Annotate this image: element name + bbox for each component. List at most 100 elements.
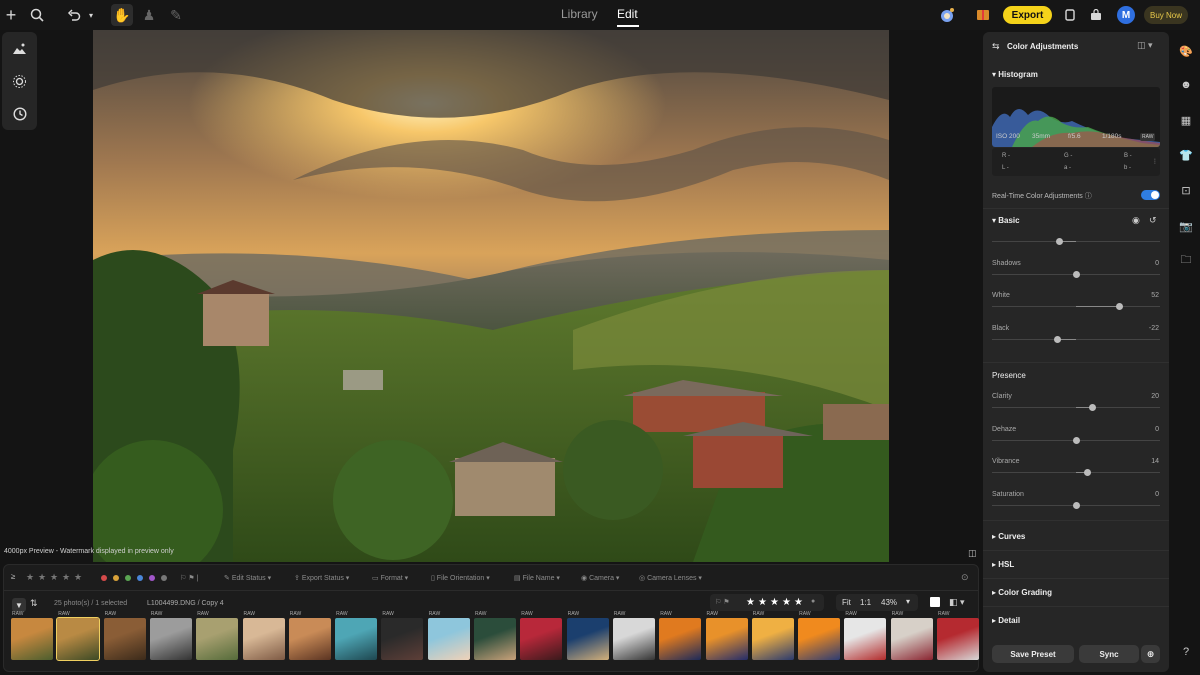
- filmstrip-collapse-icon[interactable]: ≥: [11, 572, 15, 581]
- filmstrip-thumbnail[interactable]: [798, 618, 841, 660]
- filmstrip-thumbnail[interactable]: [844, 618, 887, 660]
- filmstrip-thumbnail[interactable]: [937, 618, 979, 660]
- slider-knob[interactable]: [1072, 436, 1080, 444]
- slider-value[interactable]: 14: [1151, 458, 1159, 465]
- slider-value[interactable]: 20: [1151, 393, 1159, 400]
- filmstrip-thumbnail[interactable]: [242, 618, 285, 660]
- rating-star-icon[interactable]: ★: [758, 597, 767, 608]
- filter-edit-status[interactable]: ✎ Edit Status ▾: [224, 574, 271, 582]
- stamp-icon[interactable]: ♟: [139, 5, 159, 25]
- sync-options-icon[interactable]: ⊕: [1141, 645, 1160, 663]
- filmstrip-thumbnail[interactable]: [11, 618, 53, 660]
- history-icon[interactable]: [10, 104, 29, 123]
- hand-icon[interactable]: ✋: [111, 4, 133, 26]
- filmstrip-thumbnail[interactable]: [705, 618, 748, 660]
- filter-settings-icon[interactable]: ⊙: [961, 572, 969, 583]
- filter-star-icon[interactable]: ★: [74, 572, 82, 583]
- avatar[interactable]: M: [1117, 6, 1135, 24]
- slider-value[interactable]: 0: [1155, 491, 1159, 498]
- ai-assistant-icon[interactable]: [936, 5, 958, 25]
- pattern-icon[interactable]: ▦: [1178, 112, 1194, 128]
- filter-star-icon[interactable]: ★: [50, 572, 58, 583]
- filter-camera[interactable]: ◉ Camera ▾: [581, 574, 619, 582]
- clear-rating-icon[interactable]: ●: [811, 598, 815, 605]
- realtime-toggle[interactable]: [1141, 190, 1160, 200]
- slider-value[interactable]: 52: [1151, 292, 1159, 299]
- filmstrip-thumbnail[interactable]: [196, 618, 239, 660]
- color-grading-section[interactable]: ▸ Color Grading: [992, 588, 1052, 597]
- rating-star-icon[interactable]: ★: [770, 597, 779, 608]
- filmstrip-thumbnail[interactable]: [288, 618, 331, 660]
- filmstrip-thumbnail[interactable]: [149, 618, 192, 660]
- filmstrip-thumbnail[interactable]: [566, 618, 609, 660]
- filter-funnel-icon[interactable]: ▼: [12, 598, 26, 612]
- folder-icon[interactable]: 🗀: [1178, 252, 1194, 268]
- zoom-chevron-down-icon[interactable]: ▾: [906, 597, 910, 606]
- color-label-dot[interactable]: [113, 575, 119, 581]
- slider-value[interactable]: 0: [1155, 426, 1159, 433]
- filmstrip-thumbnail[interactable]: [890, 618, 933, 660]
- plus-icon[interactable]: +: [1, 5, 21, 25]
- filmstrip-thumbnail[interactable]: [381, 618, 424, 660]
- face-icon[interactable]: ☻: [1178, 77, 1194, 93]
- palette-icon[interactable]: 🎨: [1178, 43, 1194, 59]
- rating-star-icon[interactable]: ★: [794, 597, 803, 608]
- slider-track[interactable]: [992, 338, 1160, 340]
- filmstrip-thumbnail[interactable]: [520, 618, 563, 660]
- curves-section[interactable]: ▸ Curves: [992, 532, 1025, 541]
- sort-icon[interactable]: ⇅: [30, 598, 38, 609]
- filmstrip-thumbnail[interactable]: [659, 618, 702, 660]
- slider-track[interactable]: [992, 241, 1160, 242]
- filmstrip-thumbnail[interactable]: [474, 618, 516, 660]
- readout-more-icon[interactable]: ⋮: [1152, 158, 1158, 165]
- basic-header[interactable]: ▾ Basic: [992, 216, 1020, 225]
- compare-view-icon[interactable]: ◧ ▾: [949, 597, 965, 608]
- filmstrip-thumbnail[interactable]: [612, 618, 655, 660]
- camera-icon[interactable]: 📷: [1178, 218, 1194, 234]
- hsl-section[interactable]: ▸ HSL: [992, 560, 1014, 569]
- bag-icon[interactable]: [1086, 5, 1106, 25]
- panel-toggle-icon[interactable]: ◫: [968, 548, 977, 559]
- filmstrip-thumbnail[interactable]: [427, 618, 470, 660]
- panel-layout-icon[interactable]: ◫ ▾: [1137, 40, 1153, 51]
- color-label-dot[interactable]: [137, 575, 143, 581]
- visibility-icon[interactable]: ◉: [1132, 215, 1140, 226]
- sync-button[interactable]: Sync: [1079, 645, 1139, 663]
- filter-export-status[interactable]: ⇪ Export Status ▾: [294, 574, 349, 582]
- color-label-dot[interactable]: [101, 575, 107, 581]
- slider-knob[interactable]: [1054, 335, 1062, 343]
- color-label-dot[interactable]: [149, 575, 155, 581]
- rating-star-icon[interactable]: ★: [782, 597, 791, 608]
- buy-now-button[interactable]: Buy Now: [1144, 6, 1188, 24]
- save-preset-button[interactable]: Save Preset: [992, 645, 1074, 663]
- help-icon[interactable]: ?: [1178, 644, 1194, 660]
- search-icon[interactable]: [27, 5, 47, 25]
- slider-value[interactable]: 0: [1155, 260, 1159, 267]
- slider-knob[interactable]: [1116, 303, 1124, 310]
- filter-star-icon[interactable]: ★: [26, 572, 34, 583]
- filter-file-name[interactable]: ▤ File Name ▾: [514, 574, 560, 582]
- gift-icon[interactable]: [973, 5, 993, 25]
- detail-section[interactable]: ▸ Detail: [992, 616, 1020, 625]
- histogram-header[interactable]: ▾ Histogram: [992, 70, 1038, 79]
- flag-icon[interactable]: ⚐ ⚑: [715, 598, 730, 606]
- slider-knob[interactable]: [1072, 270, 1080, 278]
- tab-edit[interactable]: Edit: [617, 7, 638, 21]
- slider-knob[interactable]: [1084, 469, 1092, 476]
- slider-knob[interactable]: [1072, 501, 1080, 509]
- zoom-1to1[interactable]: 1:1: [860, 598, 871, 607]
- chevron-down-icon[interactable]: ▾: [81, 5, 101, 25]
- filmstrip-thumbnail[interactable]: [103, 618, 146, 660]
- flag-filter-icon[interactable]: ⚐ ⚑ |: [180, 574, 198, 582]
- color-label-dot[interactable]: [161, 575, 167, 581]
- filmstrip-thumbnail[interactable]: [56, 617, 101, 661]
- tab-library[interactable]: Library: [561, 7, 598, 21]
- zoom-fit[interactable]: Fit: [842, 598, 851, 607]
- filter-format[interactable]: ▭ Format ▾: [372, 574, 408, 582]
- filmstrip-thumbnail[interactable]: [751, 618, 794, 660]
- brush-icon[interactable]: ✎: [166, 5, 186, 25]
- export-button[interactable]: Export: [1003, 6, 1052, 24]
- reset-icon[interactable]: ↺: [1149, 215, 1157, 226]
- info-icon[interactable]: ⓘ: [1085, 193, 1092, 200]
- color-label-dot[interactable]: [125, 575, 131, 581]
